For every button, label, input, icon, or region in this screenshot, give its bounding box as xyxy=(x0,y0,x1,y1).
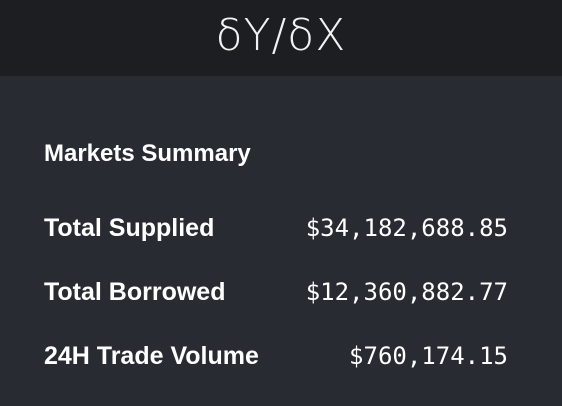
markets-summary-title: Markets Summary xyxy=(44,140,251,167)
trade-volume-value: $760,174.15 xyxy=(349,342,508,370)
app-logo[interactable]: δY/δX xyxy=(0,4,562,68)
total-borrowed-label: Total Borrowed xyxy=(44,278,226,306)
trade-volume-label: 24H Trade Volume xyxy=(44,342,259,370)
total-supplied-label: Total Supplied xyxy=(44,214,215,242)
top-bar: δY/δX xyxy=(0,0,562,76)
total-supplied-value: $34,182,688.85 xyxy=(305,214,508,242)
total-borrowed-value: $12,360,882.77 xyxy=(305,278,508,306)
